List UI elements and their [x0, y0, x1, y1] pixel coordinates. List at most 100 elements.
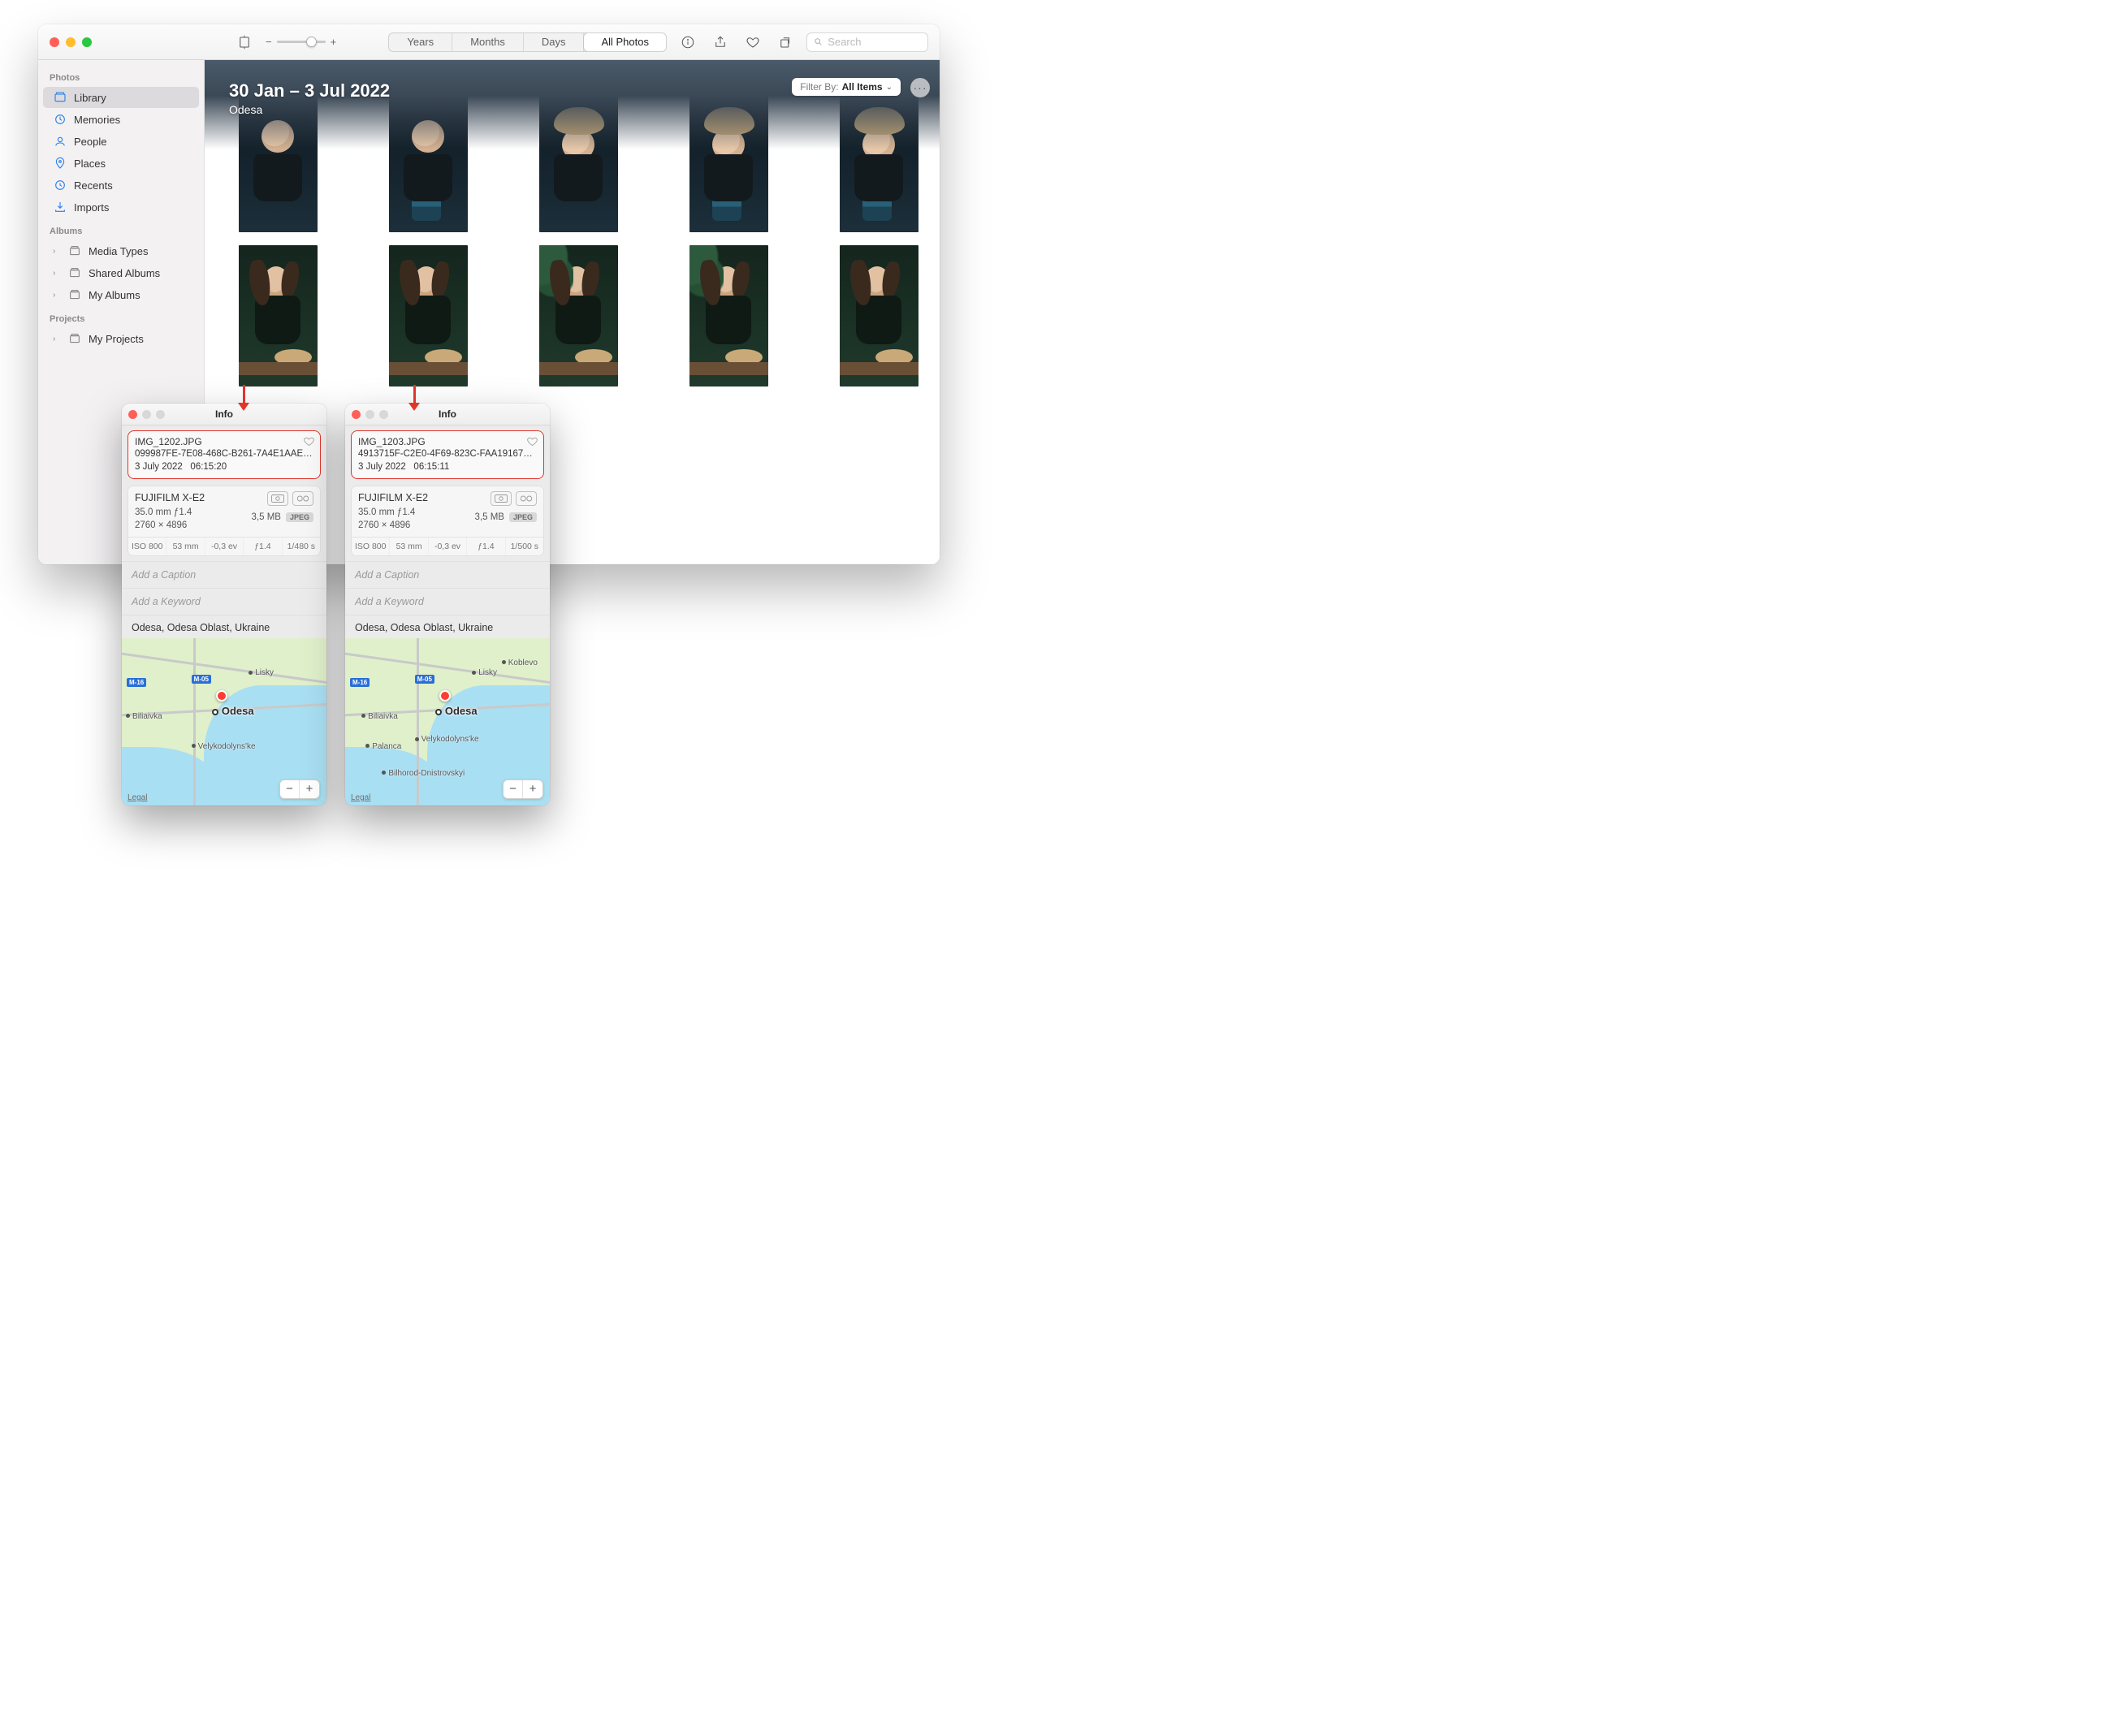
map-zoom-control[interactable]: −+ [279, 779, 320, 799]
filename: IMG_1203.JPG [358, 435, 537, 448]
panel-title: Info [215, 408, 233, 420]
panel-titlebar[interactable]: Info [122, 404, 326, 425]
file-size: 3,5 MB [475, 512, 504, 524]
zoom-in-icon[interactable]: + [331, 36, 337, 48]
photo-thumbnail[interactable] [840, 93, 919, 232]
share-icon[interactable] [709, 31, 732, 54]
photo-thumbnail[interactable] [689, 60, 768, 68]
aspect-icon[interactable] [233, 31, 256, 54]
file-size: 3,5 MB [252, 512, 281, 524]
panel-titlebar[interactable]: Info [345, 404, 550, 425]
view-segmented-control[interactable]: Years Months Days All Photos [388, 32, 667, 52]
file-meta-block: IMG_1202.JPG 099987FE-7E08-468C-B261-7A4… [128, 430, 321, 479]
filter-dropdown[interactable]: Filter By: All Items ⌄ [792, 78, 901, 96]
camera-model: FUJIFILM X-E2 [358, 491, 470, 506]
sidebar-section-projects: Projects [38, 306, 204, 327]
sidebar-item-label: My Albums [89, 289, 140, 301]
favorite-icon[interactable] [526, 435, 538, 447]
map-legal-link[interactable]: Legal [351, 793, 370, 802]
filter-label: Filter By: [800, 81, 838, 93]
sidebar-item-shared-albums[interactable]: ›Shared Albums [43, 262, 199, 283]
sidebar-item-library[interactable]: Library [43, 87, 199, 108]
map-town-label: Lisky [249, 668, 274, 677]
map-zoom-in[interactable]: + [523, 780, 542, 798]
zoom-out-icon[interactable]: − [266, 36, 272, 48]
tab-years[interactable]: Years [389, 33, 452, 51]
window-traffic-lights[interactable] [50, 37, 92, 47]
sidebar-item-places[interactable]: Places [43, 153, 199, 174]
caption-field[interactable]: Add a Caption [122, 561, 326, 588]
annotation-arrow [406, 385, 422, 411]
camera-meta-block: FUJIFILM X-E2 35.0 mm ƒ1.4 2760 × 4896 3… [351, 486, 544, 556]
location-map[interactable]: M-16 M-05 Odesa Lisky Biliaivka Velykodo… [345, 638, 550, 805]
sidebar-item-label: Media Types [89, 245, 148, 257]
keyword-field[interactable]: Add a Keyword [345, 588, 550, 615]
sidebar-item-my-albums[interactable]: ›My Albums [43, 284, 199, 305]
panel-title: Info [439, 408, 456, 420]
sidebar-item-label: Library [74, 92, 106, 104]
lens-spec: 35.0 mm ƒ1.4 [358, 506, 470, 519]
photo-thumbnail[interactable] [239, 245, 318, 386]
map-zoom-in[interactable]: + [300, 780, 319, 798]
photo-thumbnail[interactable] [389, 245, 468, 386]
filter-value: All Items [842, 81, 883, 93]
wb-badge-icon [516, 491, 537, 506]
file-datetime: 3 July 2022 06:15:20 [135, 461, 313, 474]
sidebar-item-label: Shared Albums [89, 267, 160, 279]
photo-thumbnail[interactable] [689, 245, 768, 386]
map-zoom-out[interactable]: − [280, 780, 300, 798]
more-options-button[interactable]: ··· [910, 78, 930, 97]
search-input[interactable] [806, 32, 928, 52]
sidebar-item-imports[interactable]: Imports [43, 196, 199, 218]
map-town-label: Biliaivka [361, 712, 398, 721]
album-icon [67, 331, 82, 346]
sidebar-item-memories[interactable]: Memories [43, 109, 199, 130]
memories-icon [53, 112, 67, 127]
close-icon[interactable] [50, 37, 59, 47]
chevron-down-icon: ⌄ [886, 83, 893, 92]
road-shield: M-05 [415, 675, 434, 684]
camera-meta-block: FUJIFILM X-E2 35.0 mm ƒ1.4 2760 × 4896 3… [128, 486, 321, 556]
exif-ev: -0,3 ev [429, 538, 467, 555]
filename: IMG_1202.JPG [135, 435, 313, 448]
sidebar-item-my-projects[interactable]: ›My Projects [43, 328, 199, 349]
photo-thumbnail[interactable] [840, 60, 919, 68]
album-icon [67, 266, 82, 280]
map-zoom-out[interactable]: − [504, 780, 523, 798]
map-town-label: Bilhorod-Dnistrovskyi [382, 769, 465, 778]
exif-focal: 53 mm [166, 538, 205, 555]
photo-thumbnail[interactable] [840, 245, 919, 386]
photo-thumbnail[interactable] [239, 60, 318, 68]
favorite-icon[interactable] [741, 31, 764, 54]
photo-thumbnail[interactable] [389, 60, 468, 68]
photo-thumbnail[interactable] [689, 93, 768, 232]
photo-thumbnail[interactable] [539, 93, 618, 232]
photo-thumbnail[interactable] [389, 93, 468, 232]
zoom-slider[interactable]: − + [266, 36, 336, 48]
favorite-icon[interactable] [303, 435, 315, 447]
tab-days[interactable]: Days [524, 33, 585, 51]
sidebar-item-people[interactable]: People [43, 131, 199, 152]
people-icon [53, 134, 67, 149]
caption-field[interactable]: Add a Caption [345, 561, 550, 588]
tab-months[interactable]: Months [452, 33, 524, 51]
sidebar-item-recents[interactable]: Recents [43, 175, 199, 196]
tab-all-photos[interactable]: All Photos [583, 32, 667, 52]
close-icon[interactable] [128, 410, 137, 419]
format-badge: JPEG [509, 512, 537, 522]
exif-aperture: ƒ1.4 [244, 538, 282, 555]
fullscreen-icon[interactable] [82, 37, 92, 47]
search-field[interactable] [828, 36, 921, 48]
map-legal-link[interactable]: Legal [128, 793, 147, 802]
close-icon[interactable] [352, 410, 361, 419]
location-map[interactable]: M-16 M-05 Odesa Lisky Biliaivka Velykodo… [122, 638, 326, 805]
minimize-icon[interactable] [66, 37, 76, 47]
photo-thumbnail[interactable] [539, 245, 618, 386]
sidebar-item-media-types[interactable]: › Media Types [43, 240, 199, 261]
rotate-icon[interactable] [774, 31, 797, 54]
keyword-field[interactable]: Add a Keyword [122, 588, 326, 615]
chevron-right-icon: › [53, 247, 61, 256]
map-zoom-control[interactable]: −+ [503, 779, 543, 799]
photo-thumbnail[interactable] [539, 60, 618, 68]
info-icon[interactable] [676, 31, 699, 54]
